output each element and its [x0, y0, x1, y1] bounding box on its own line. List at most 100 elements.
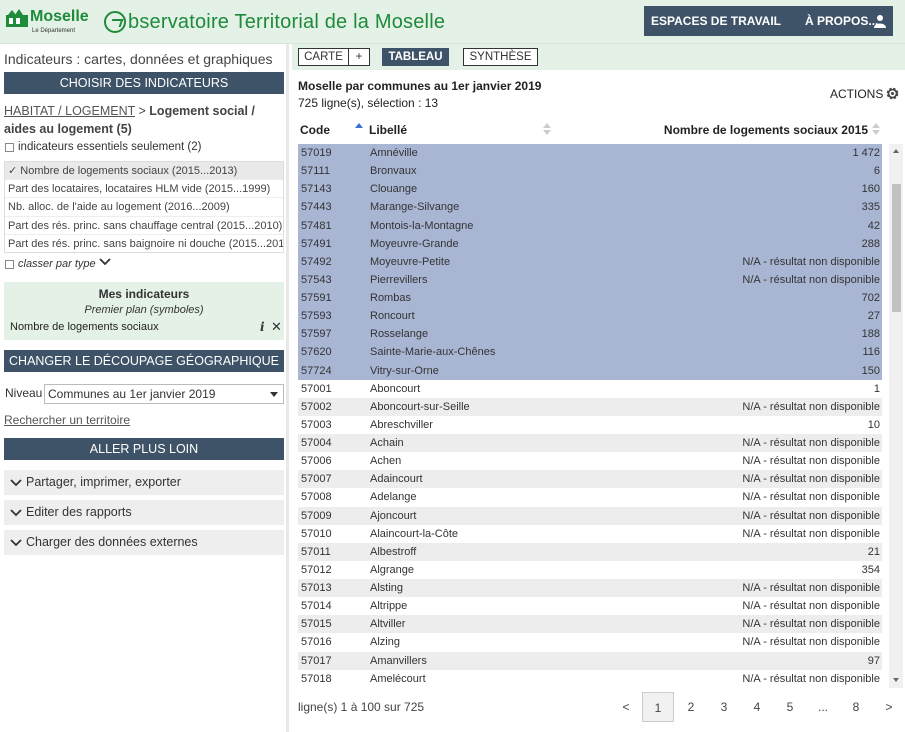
- accordion-edit-reports[interactable]: Editer des rapports: [4, 500, 284, 525]
- table-row[interactable]: 57002 Aboncourt-sur-Seille N/A - résultat …: [298, 397, 882, 416]
- page-4[interactable]: 4: [741, 692, 773, 722]
- row-value: N/A - résultat non disponible: [742, 273, 880, 286]
- search-territory-link[interactable]: Rechercher un territoire: [4, 413, 130, 427]
- table-row[interactable]: 57724 Vitry-sur-Orne 150: [298, 361, 882, 380]
- table-row[interactable]: 57491 Moyeuvre-Grande 288: [298, 234, 882, 253]
- classer-par-type-checkbox[interactable]: [5, 260, 14, 269]
- table-row[interactable]: 57010 Alaincourt-la-Côte N/A - résultat no…: [298, 525, 882, 543]
- tab-carte[interactable]: CARTE: [298, 48, 349, 66]
- table-row[interactable]: 57620 Sainte-Marie-aux-Chênes 116: [298, 343, 882, 362]
- table-row[interactable]: 57006 Achen N/A - résultat non disponible: [298, 452, 882, 470]
- info-icon[interactable]: i: [260, 320, 265, 334]
- page-8[interactable]: 8: [840, 692, 872, 722]
- row-value: N/A - résultat non disponible: [742, 618, 880, 631]
- row-code: 57019: [301, 147, 332, 159]
- essentials-checkbox[interactable]: [5, 143, 14, 152]
- tab-tableau[interactable]: TABLEAU: [382, 48, 449, 66]
- table-header: Code Libellé Nombre de logements sociaux…: [298, 120, 882, 140]
- chevron-down-icon: [10, 479, 22, 487]
- row-libelle: Alaincourt-la-Côte: [370, 527, 459, 540]
- row-libelle: Altrippe: [370, 600, 408, 613]
- row-code: 57004: [301, 437, 332, 449]
- table-row[interactable]: 57008 Adelange N/A - résultat non disponib…: [298, 488, 882, 506]
- row-code: 57593: [301, 310, 332, 323]
- table-row[interactable]: 57001 Aboncourt 1: [298, 380, 882, 398]
- table-row[interactable]: 57543 Pierrevillers N/A - résultat non dis…: [298, 270, 882, 289]
- page-3[interactable]: 3: [708, 692, 740, 722]
- row-code: 57481: [301, 219, 332, 232]
- indicator-item[interactable]: Part des locataires, locataires HLM vide…: [5, 180, 283, 199]
- page-2[interactable]: 2: [675, 692, 707, 722]
- table-row[interactable]: 57012 Algrange 354: [298, 561, 882, 579]
- scroll-up-icon[interactable]: [893, 149, 899, 153]
- table-row[interactable]: 57009 Ajoncourt N/A - résultat non disponi…: [298, 506, 882, 525]
- page-next[interactable]: >: [873, 692, 905, 722]
- table-row[interactable]: 57443 Marange-Silvange 335: [298, 198, 882, 217]
- table-row[interactable]: 57003 Abreschviller 10: [298, 416, 882, 434]
- column-header-code[interactable]: Code: [300, 123, 330, 137]
- logo-subtitle: Le Département: [32, 28, 76, 34]
- table-row[interactable]: 57597 Rosselange 188: [298, 325, 882, 344]
- indicator-item[interactable]: Nb. alloc. de l'aide au logement (2016..…: [5, 198, 283, 217]
- gear-icon[interactable]: [885, 86, 900, 101]
- accordion-share-print-export[interactable]: Partager, imprimer, exporter: [4, 470, 284, 495]
- table-row[interactable]: 57019 Amnéville 1 472: [298, 144, 882, 163]
- row-value: 354: [861, 563, 880, 576]
- indicator-item[interactable]: Part des rés. princ. sans chauffage cent…: [5, 217, 283, 235]
- table-row[interactable]: 57591 Rombas 702: [298, 289, 882, 308]
- table-row[interactable]: 57018 Amelécourt N/A - résultat non dispon…: [298, 670, 882, 688]
- table-row[interactable]: 57492 Moyeuvre-Petite N/A - résultat non d…: [298, 252, 882, 271]
- row-libelle: Montois-la-Montagne: [370, 219, 474, 232]
- page-prev[interactable]: <: [610, 692, 642, 722]
- table-row[interactable]: 57007 Adaincourt N/A - résultat non dispon…: [298, 470, 882, 489]
- nav-espaces-de-travail[interactable]: ESPACES DE TRAVAIL: [644, 14, 781, 28]
- tab-synthese[interactable]: SYNTHÈSE: [463, 48, 538, 66]
- row-libelle: Altviller: [370, 618, 406, 631]
- vertical-scrollbar[interactable]: [889, 144, 903, 688]
- table-row[interactable]: 57017 Amanvillers 97: [298, 651, 882, 670]
- nav-a-propos[interactable]: À PROPOS...: [781, 14, 878, 28]
- table-body: 57019 Amnéville 1 472 57111 Bronvaux 6 57143 Cl…: [298, 144, 882, 688]
- row-value: N/A - résultat non disponible: [742, 255, 880, 268]
- column-header-value[interactable]: Nombre de logements sociaux 2015: [664, 123, 868, 137]
- moselle-logo[interactable]: Moselle Le Département: [6, 6, 89, 38]
- table-row[interactable]: 57111 Bronvaux 6: [298, 162, 882, 181]
- page-5[interactable]: 5: [774, 692, 806, 722]
- table-row[interactable]: 57014 Altrippe N/A - résultat non disponib…: [298, 597, 882, 615]
- user-icon[interactable]: [873, 14, 887, 28]
- niveau-select[interactable]: Communes au 1er janvier 2019: [44, 384, 284, 404]
- row-libelle: Clouange: [370, 183, 418, 196]
- my-indicators-title: Mes indicateurs: [98, 287, 190, 301]
- sort-icon[interactable]: [872, 122, 880, 136]
- close-icon[interactable]: ✕: [271, 319, 282, 335]
- chevron-down-icon[interactable]: [99, 257, 111, 267]
- row-libelle: Pierrevillers: [370, 273, 428, 286]
- table-row[interactable]: 57013 Alsting N/A - résultat non disponibl…: [298, 579, 882, 598]
- row-value: 1: [873, 382, 880, 395]
- indicator-item[interactable]: Part des rés. princ. sans baignoire ni d…: [5, 235, 283, 252]
- column-header-libelle[interactable]: Libellé: [369, 123, 407, 137]
- table-row[interactable]: 57593 Roncourt 27: [298, 307, 882, 326]
- row-value: N/A - résultat non disponible: [742, 509, 880, 522]
- scrollbar-thumb[interactable]: [892, 184, 901, 312]
- table-row[interactable]: 57011 Albestroff 21: [298, 542, 882, 561]
- sort-icon[interactable]: [543, 122, 551, 136]
- tab-carte-add[interactable]: +: [348, 48, 370, 66]
- table-row[interactable]: 57143 Clouange 160: [298, 180, 882, 199]
- site-title[interactable]: bservatoire Territorial de la Moselle: [104, 7, 445, 37]
- row-value: N/A - résultat non disponible: [742, 455, 880, 468]
- sort-ascending-icon[interactable]: [355, 122, 363, 136]
- accordion-load-external-data[interactable]: Charger des données externes: [4, 530, 284, 555]
- page-1[interactable]: 1: [642, 692, 674, 722]
- table-row[interactable]: 57016 Alzing N/A - résultat non disponible: [298, 633, 882, 651]
- breadcrumb-link-habitat[interactable]: HABITAT / LOGEMENT: [4, 104, 135, 118]
- table-row[interactable]: 57481 Montois-la-Montagne 42: [298, 216, 882, 235]
- table-row[interactable]: 57004 Achain N/A - résultat non disponible: [298, 434, 882, 453]
- table-row[interactable]: 57015 Altviller N/A - résultat non disponi…: [298, 615, 882, 634]
- row-value: 27: [867, 310, 880, 323]
- indicator-item[interactable]: ✓ Nombre de logements sociaux (2015...20…: [5, 162, 283, 181]
- scroll-down-icon[interactable]: [893, 678, 899, 682]
- actions-button[interactable]: ACTIONS: [830, 87, 883, 101]
- row-code: 57543: [301, 273, 332, 286]
- my-indicator-item[interactable]: Nombre de logements sociaux: [10, 321, 159, 333]
